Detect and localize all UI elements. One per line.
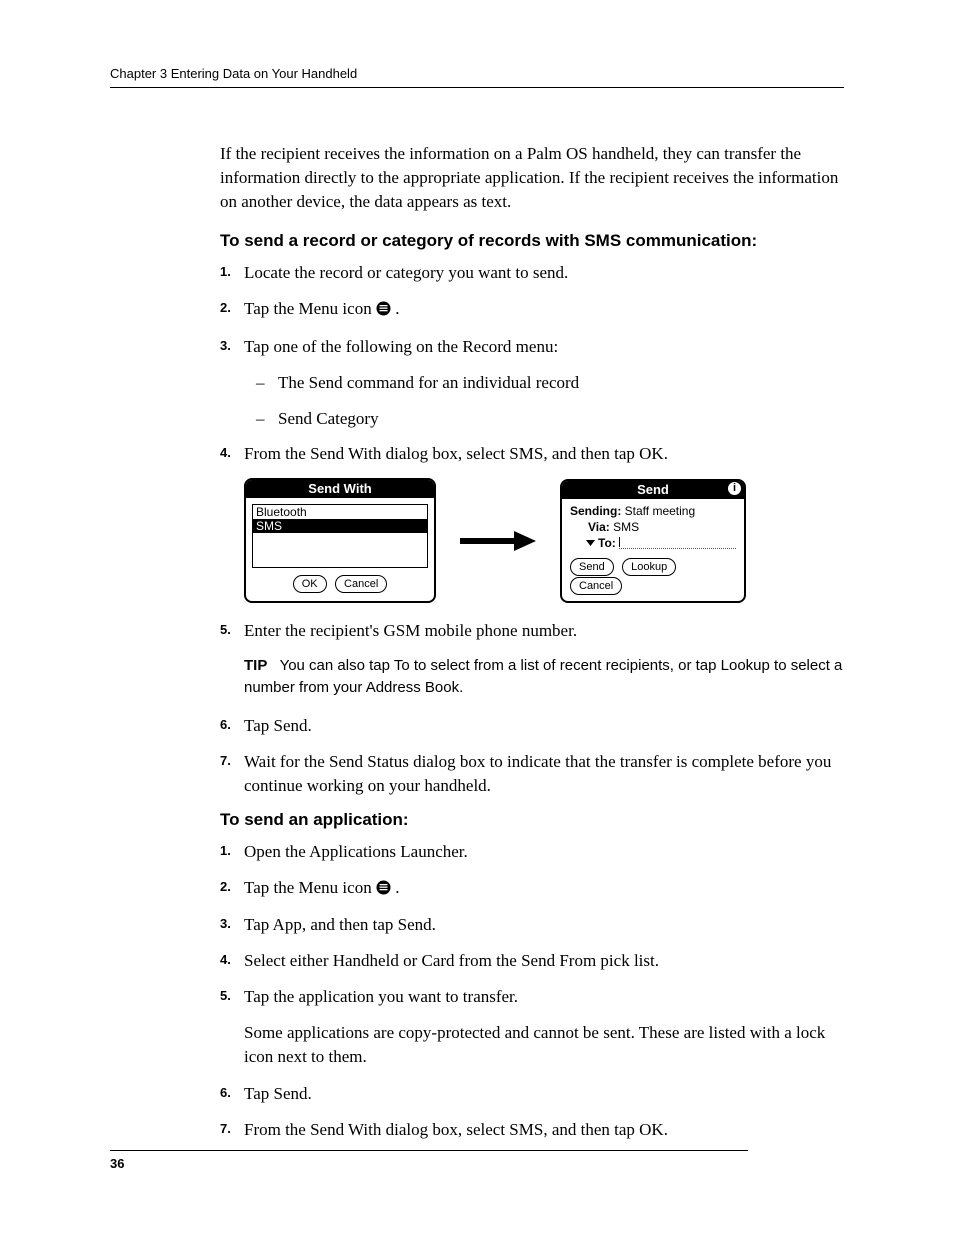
step-number: 1. <box>220 842 231 860</box>
step-text: Open the Applications Launcher. <box>244 842 468 861</box>
step-text: From the Send With dialog box, select SM… <box>244 444 668 463</box>
to-label[interactable]: To: <box>598 536 616 550</box>
via-label: Via: <box>588 520 610 534</box>
dropdown-icon[interactable] <box>586 536 595 550</box>
step-item: 7. From the Send With dialog box, select… <box>220 1118 844 1142</box>
step-number: 6. <box>220 1084 231 1102</box>
step-text: Tap Send. <box>244 1084 312 1103</box>
step-item: 3. Tap App, and then tap Send. <box>220 913 844 937</box>
step-item: 4. From the Send With dialog box, select… <box>220 442 844 466</box>
step-text: . <box>395 299 399 318</box>
ok-button[interactable]: OK <box>293 575 327 593</box>
step-number: 5. <box>220 987 231 1005</box>
step-text: Wait for the Send Status dialog box to i… <box>244 752 831 795</box>
dialog-send-with: Send With Bluetooth SMS OK Cancel <box>244 478 436 603</box>
step-number: 4. <box>220 951 231 969</box>
section-heading-send-app: To send an application: <box>220 810 844 830</box>
cancel-button[interactable]: Cancel <box>570 577 622 595</box>
step-number: 2. <box>220 878 231 896</box>
step-text: . <box>395 878 399 897</box>
steps-send-app-cont: 6. Tap Send. 7. From the Send With dialo… <box>220 1082 844 1142</box>
sending-label: Sending: <box>570 504 621 518</box>
cancel-button[interactable]: Cancel <box>335 575 387 593</box>
steps-send-record-cont2: 6. Tap Send. 7. Wait for the Send Status… <box>220 714 844 797</box>
intro-paragraph: If the recipient receives the informatio… <box>220 142 844 213</box>
step-number: 6. <box>220 716 231 734</box>
page-number: 36 <box>110 1156 124 1171</box>
step-followup: Some applications are copy-protected and… <box>244 1021 844 1069</box>
lookup-button[interactable]: Lookup <box>622 558 676 576</box>
sub-list: The Send command for an individual recor… <box>244 371 844 431</box>
step-text: Locate the record or category you want t… <box>244 263 568 282</box>
step-item: 3. Tap one of the following on the Recor… <box>220 335 844 430</box>
step-number: 5. <box>220 621 231 639</box>
step-item: 4. Select either Handheld or Card from t… <box>220 949 844 973</box>
via-value: SMS <box>610 520 639 534</box>
dialog-title: Send i <box>562 481 744 499</box>
step-text: Tap Send. <box>244 716 312 735</box>
tip-text: You can also tap To to select from a lis… <box>244 657 842 696</box>
step-text: Select either Handheld or Card from the … <box>244 951 659 970</box>
arrow-right-icon <box>460 531 536 551</box>
step-number: 2. <box>220 299 231 317</box>
dialog-send: Send i Sending: Staff meeting Via: SMS T <box>560 479 746 603</box>
step-item: 6. Tap Send. <box>220 714 844 738</box>
step-number: 3. <box>220 915 231 933</box>
step-number: 3. <box>220 337 231 355</box>
step-item: 2. Tap the Menu icon . <box>220 297 844 323</box>
step-text: Tap the Menu icon <box>244 299 376 318</box>
steps-send-app: 1. Open the Applications Launcher. 2. Ta… <box>220 840 844 1009</box>
step-text: From the Send With dialog box, select SM… <box>244 1120 668 1139</box>
option-bluetooth[interactable]: Bluetooth <box>253 505 427 519</box>
step-item: 5. Tap the application you want to trans… <box>220 985 844 1009</box>
option-sms[interactable]: SMS <box>253 519 427 533</box>
step-text: Enter the recipient's GSM mobile phone n… <box>244 621 577 640</box>
step-item: 1. Open the Applications Launcher. <box>220 840 844 864</box>
figure-send-with-to-send: Send With Bluetooth SMS OK Cancel Send i <box>244 478 844 603</box>
step-text: Tap the Menu icon <box>244 878 376 897</box>
dialog-title: Send With <box>246 480 434 498</box>
sub-item: Send Category <box>256 407 844 431</box>
step-item: 7. Wait for the Send Status dialog box t… <box>220 750 844 798</box>
dialog-title-text: Send <box>637 482 669 497</box>
steps-send-record: 1. Locate the record or category you wan… <box>220 261 844 466</box>
info-icon[interactable]: i <box>728 482 741 495</box>
step-text: Tap App, and then tap Send. <box>244 915 436 934</box>
step-number: 4. <box>220 444 231 462</box>
step-text: Tap one of the following on the Record m… <box>244 337 558 356</box>
step-number: 7. <box>220 1120 231 1138</box>
menu-icon <box>376 878 391 902</box>
to-field[interactable] <box>619 537 736 549</box>
step-item: 5. Enter the recipient's GSM mobile phon… <box>220 619 844 643</box>
step-item: 1. Locate the record or category you wan… <box>220 261 844 285</box>
sub-item: The Send command for an individual recor… <box>256 371 844 395</box>
send-button[interactable]: Send <box>570 558 614 576</box>
step-number: 1. <box>220 263 231 281</box>
step-text: Tap the application you want to transfer… <box>244 987 518 1006</box>
steps-send-record-cont: 5. Enter the recipient's GSM mobile phon… <box>220 619 844 643</box>
sending-value: Staff meeting <box>621 504 695 518</box>
tip-label: TIP <box>244 657 267 674</box>
running-header: Chapter 3 Entering Data on Your Handheld <box>110 66 844 88</box>
step-item: 6. Tap Send. <box>220 1082 844 1106</box>
section-heading-send-record: To send a record or category of records … <box>220 231 844 251</box>
step-item: 2. Tap the Menu icon . <box>220 876 844 902</box>
send-with-list[interactable]: Bluetooth SMS <box>252 504 428 568</box>
tip-block: TIP You can also tap To to select from a… <box>244 655 844 699</box>
step-number: 7. <box>220 752 231 770</box>
menu-icon <box>376 299 391 323</box>
